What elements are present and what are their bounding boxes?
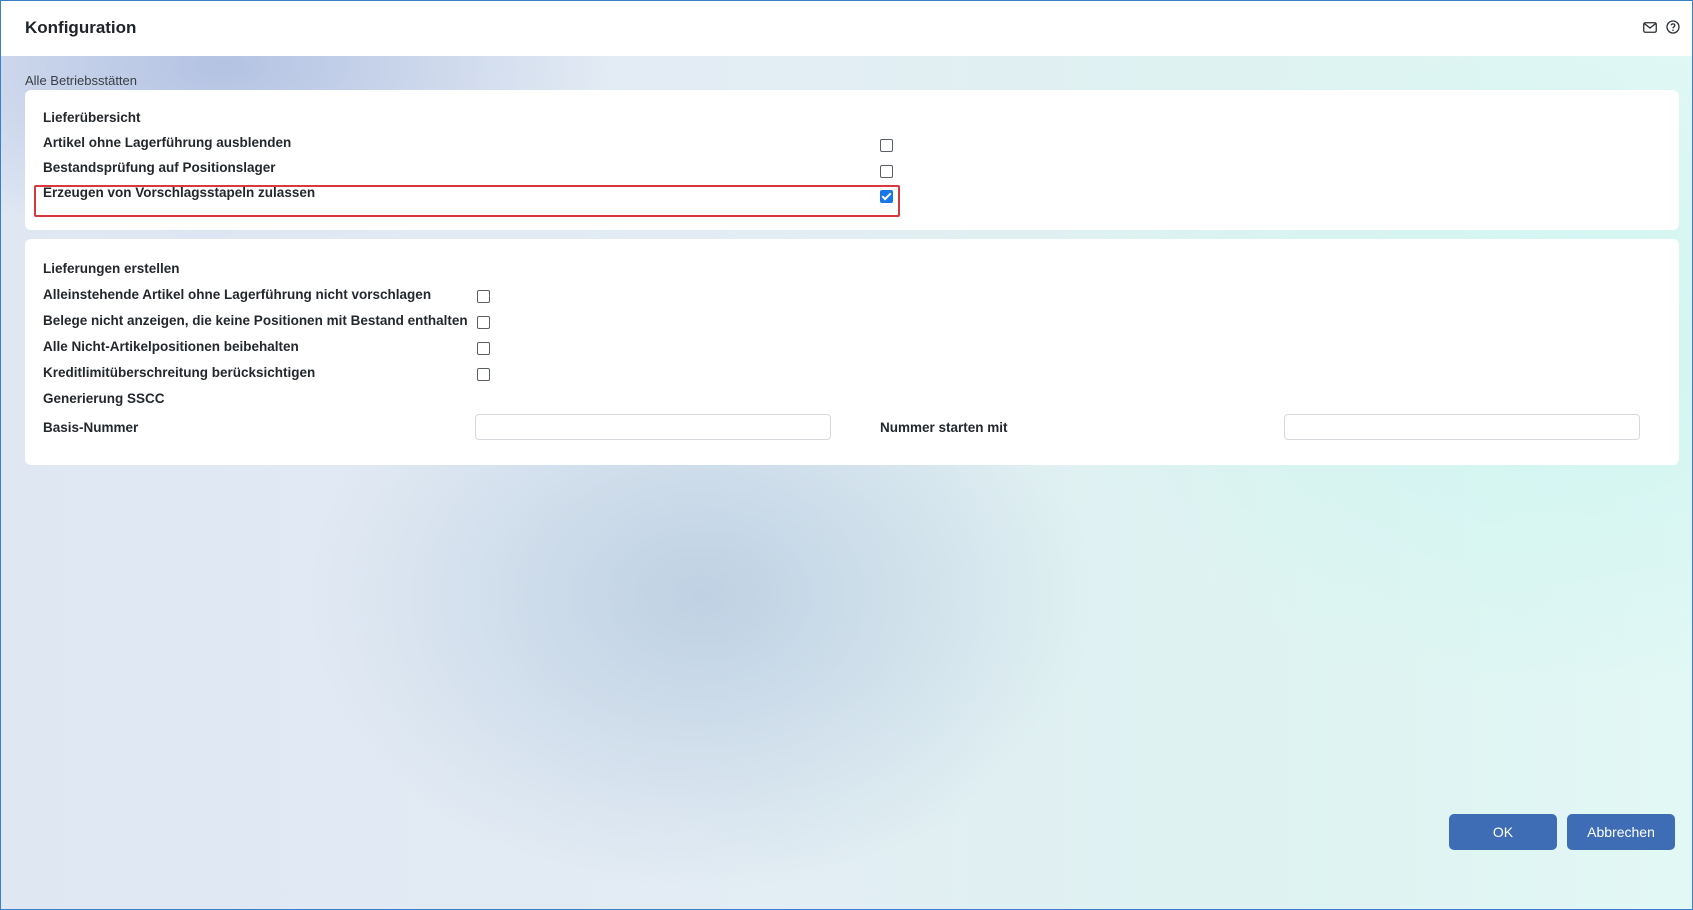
option-label-belege-nicht-anzeigen: Belege nicht anzeigen, die keine Positio… [43, 313, 468, 328]
cancel-button[interactable]: Abbrechen [1567, 814, 1675, 850]
breadcrumb: Alle Betriebsstätten [25, 73, 138, 88]
help-icon[interactable] [1665, 19, 1681, 35]
option-label-kreditlimit: Kreditlimitüberschreitung berücksichtige… [43, 365, 316, 380]
checkbox-artikel-ohne-lager[interactable] [880, 139, 893, 152]
basis-nummer-input[interactable] [475, 414, 831, 440]
section-title-lieferungen-erstellen: Lieferungen erstellen [43, 261, 180, 276]
option-label-vorschlagsstapel: Erzeugen von Vorschlagsstapeln zulassen [43, 185, 316, 200]
dialog-title: Konfiguration [25, 18, 137, 37]
title-bar: Konfiguration [1, 1, 1692, 56]
section-title-lieferuebersicht: Lieferübersicht [43, 110, 141, 125]
card-lieferuebersicht: Lieferübersicht Artikel ohne Lagerführun… [25, 90, 1679, 230]
card-lieferungen-erstellen: Lieferungen erstellen Alleinstehende Art… [25, 239, 1679, 465]
content-area: Alle Betriebsstätten Lieferübersicht Art… [1, 56, 1692, 909]
nummer-starten-mit-label: Nummer starten mit [880, 420, 1008, 435]
nummer-starten-mit-input[interactable] [1284, 414, 1640, 440]
option-label-nicht-artikelpositionen: Alle Nicht-Artikelpositionen beibehalten [43, 339, 299, 354]
checkbox-vorschlagsstapel[interactable] [880, 190, 893, 203]
checkbox-belege-nicht-anzeigen[interactable] [477, 316, 490, 329]
basis-nummer-label: Basis-Nummer [43, 420, 139, 435]
option-label-alleinstehende-artikel: Alleinstehende Artikel ohne Lagerführung… [43, 287, 432, 302]
checkbox-kreditlimit[interactable] [477, 368, 490, 381]
checkbox-nicht-artikelpositionen[interactable] [477, 342, 490, 355]
option-label-bestandspruefung: Bestandsprüfung auf Positionslager [43, 160, 276, 175]
checkbox-bestandspruefung[interactable] [880, 165, 893, 178]
dialog-window: Konfiguration Alle Betriebsstätten Liefe… [0, 0, 1693, 910]
mail-icon[interactable] [1642, 19, 1658, 35]
subsection-title-sscc: Generierung SSCC [43, 391, 165, 406]
checkbox-alleinstehende-artikel[interactable] [477, 290, 490, 303]
option-label-artikel-ohne-lager: Artikel ohne Lagerführung ausblenden [43, 135, 292, 150]
ok-button[interactable]: OK [1449, 814, 1557, 850]
